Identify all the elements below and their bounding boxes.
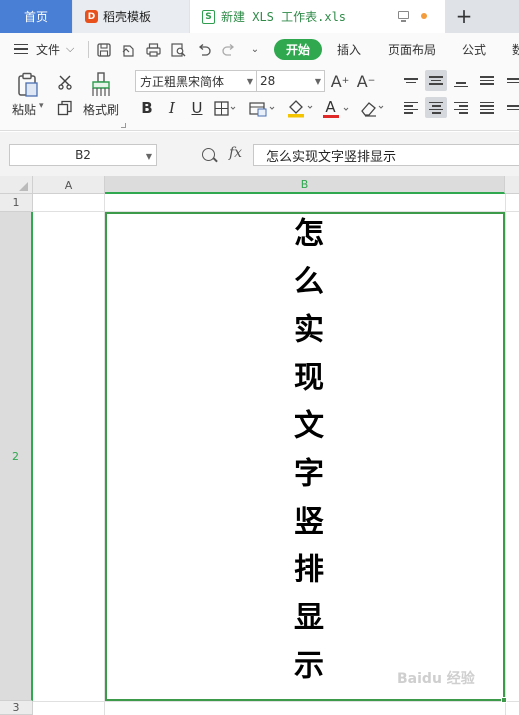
format-painter-label[interactable]: 格式刷 [83,101,119,118]
formula-input-value: 怎么实现文字竖排显示 [266,149,397,165]
copy-icon[interactable] [56,99,74,116]
column-header-row: A B [0,176,519,194]
tab-bar: 首页 D 稻壳模板 S 新建 XLS 工作表.xls + [0,0,519,33]
font-size-select[interactable]: 28 ▼ [256,70,325,92]
unsaved-dot-icon [421,13,427,19]
tab-template[interactable]: D 稻壳模板 [73,0,189,33]
borders-icon[interactable] [214,100,236,117]
distributed-align-icon[interactable] [503,97,519,118]
name-box-dropdown-icon[interactable]: ▼ [146,152,152,161]
name-box[interactable]: B2 ▼ [9,144,157,166]
cell-b2[interactable]: 怎么实现文字竖排显示 [105,212,505,701]
font-name-value: 方正粗黑宋简体 [140,74,225,89]
print-icon[interactable] [145,42,161,57]
tab-formulas[interactable]: 公式 [462,41,486,58]
tab-insert[interactable]: 插入 [337,41,361,58]
increase-indent-icon[interactable] [503,70,519,91]
font-size-dropdown-icon[interactable]: ▼ [315,77,321,86]
zoom-icon[interactable] [202,148,215,161]
decrease-indent-icon[interactable] [476,70,498,91]
font-name-dropdown-icon[interactable]: ▼ [247,77,253,86]
align-center-icon[interactable] [425,97,447,118]
menu-bar: 文件 ⌵ ⌄ 开始 插入 页面布局 公式 数 [0,33,519,65]
fill-color-icon[interactable] [286,99,316,118]
row-header-3[interactable]: 3 [0,701,33,715]
font-color-icon[interactable]: A [322,98,352,119]
chevron-down-icon[interactable]: ⌵ [66,42,74,56]
font-name-select[interactable]: 方正粗黑宋简体 ▼ [135,70,257,92]
spreadsheet-logo-icon: S [202,9,215,24]
hamburger-menu-icon[interactable] [14,44,28,54]
font-size-value: 28 [260,74,276,88]
decrease-font-size-icon[interactable]: A − [357,71,376,91]
tab-home[interactable]: 首页 [0,0,72,33]
customize-toolbar-icon[interactable]: ⌄ [247,42,263,57]
column-header-b[interactable]: B [105,176,505,194]
increase-font-size-icon[interactable]: A + [331,71,350,91]
underline-button[interactable]: U [187,98,207,118]
undo-icon[interactable] [196,42,212,57]
save-icon[interactable] [96,42,112,57]
formula-input[interactable]: 怎么实现文字竖排显示 [253,144,519,166]
watermark: Baidu 经验 [397,671,475,687]
tab-document-label: 新建 XLS 工作表.xls [221,10,347,24]
format-painter-icon[interactable] [89,72,113,98]
tab-page-layout[interactable]: 页面布局 [388,41,436,58]
fill-handle[interactable] [501,697,507,703]
menu-file[interactable]: 文件 [36,41,60,58]
gridline [505,194,506,715]
paste-dropdown-icon[interactable]: ▾ [39,101,44,111]
tab-start[interactable]: 开始 [274,39,322,60]
gridline [33,701,519,702]
cell-style-icon[interactable] [249,100,277,117]
align-bottom-icon[interactable] [450,70,472,91]
align-middle-icon[interactable] [425,70,447,91]
row-header-2[interactable]: 2 [0,212,33,701]
insert-function-button[interactable]: fx [229,145,242,161]
select-all-button[interactable] [0,176,33,194]
justify-icon[interactable] [476,97,498,118]
formula-bar: B2 ▼ fx 怎么实现文字竖排显示 [0,132,519,176]
ribbon: 粘贴 ▾ 格式刷 方正粗黑宋简体 ▼ 28 ▼ A + A − B I U A [0,65,519,131]
toolbar-divider [88,41,89,58]
new-tab-button[interactable]: + [452,3,476,29]
font-color-glyph: A [322,99,339,118]
paste-icon[interactable] [15,72,41,98]
tab-more[interactable]: 数 [512,41,519,58]
cell-b2-content: 怎么实现文字竖排显示 [107,214,503,699]
export-icon[interactable] [120,42,136,57]
tab-template-label: 稻壳模板 [103,10,152,24]
docer-logo-icon: D [85,10,98,23]
bold-button[interactable]: B [137,98,157,118]
clipboard-group-expand-icon[interactable] [121,123,126,128]
print-preview-icon[interactable] [170,42,186,57]
row-header-1[interactable]: 1 [0,194,33,212]
redo-icon[interactable] [221,42,237,57]
align-top-icon[interactable] [400,70,422,91]
monitor-icon[interactable] [398,11,409,22]
paste-label[interactable]: 粘贴 [12,101,36,118]
cut-icon[interactable] [56,74,74,90]
clear-format-icon[interactable] [358,99,388,118]
tab-home-label: 首页 [23,10,48,24]
vertical-text: 怎么实现文字竖排显示 [288,216,323,697]
italic-button[interactable]: I [162,98,182,118]
name-box-value: B2 [75,148,91,162]
column-header-a[interactable]: A [33,176,105,194]
align-right-icon[interactable] [450,97,472,118]
align-left-icon[interactable] [400,97,422,118]
